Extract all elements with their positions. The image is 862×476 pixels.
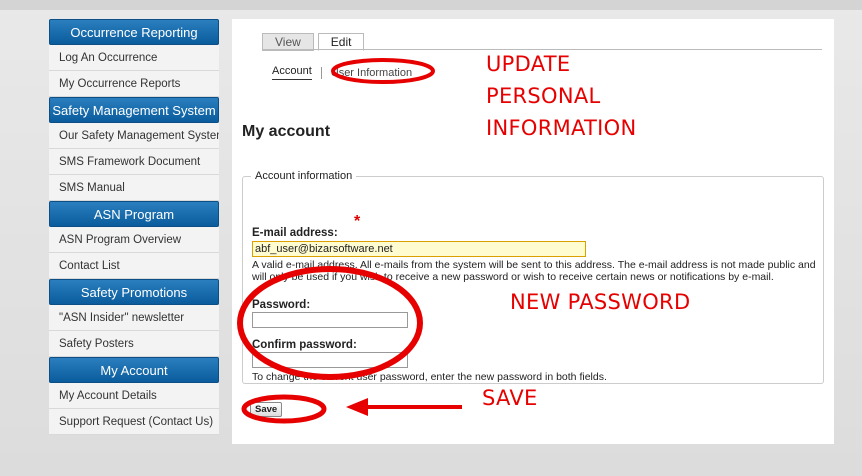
email-description: A valid e-mail address. All e-mails from… — [252, 259, 816, 283]
sidebar-item-asn-insider[interactable]: "ASN Insider" newsletter — [49, 305, 219, 331]
sidebar-item-my-account-details[interactable]: My Account Details — [49, 383, 219, 409]
top-band — [0, 0, 862, 10]
sidebar-item-sms-manual[interactable]: SMS Manual — [49, 175, 219, 201]
sidebar-header-my-account: My Account — [49, 357, 219, 383]
sidebar-header-occurrence-reporting: Occurrence Reporting — [49, 19, 219, 45]
annotation-save: SAVE — [482, 386, 538, 410]
account-information-fieldset: Account information E-mail address: * ab… — [242, 170, 824, 384]
sidebar: Occurrence Reporting Log An Occurrence M… — [49, 19, 219, 435]
tab-divider — [262, 49, 822, 50]
sidebar-item-support-request[interactable]: Support Request (Contact Us) — [49, 409, 219, 435]
fieldset-legend: Account information — [251, 170, 357, 182]
annotation-update: UPDATE — [486, 52, 571, 76]
email-label: E-mail address: — [252, 227, 338, 239]
email-field[interactable]: abf_user@bizarsoftware.net — [252, 241, 586, 257]
annotation-information: INFORMATION — [486, 116, 637, 140]
annotation-new-password: NEW PASSWORD — [510, 290, 691, 314]
password-field[interactable] — [252, 312, 408, 328]
sidebar-item-my-occurrence-reports[interactable]: My Occurrence Reports — [49, 71, 219, 97]
password-description: To change the current user password, ent… — [252, 371, 607, 383]
sidebar-item-asn-overview[interactable]: ASN Program Overview — [49, 227, 219, 253]
annotation-personal: PERSONAL — [486, 84, 601, 108]
sidebar-item-our-sms[interactable]: Our Safety Management System — [49, 123, 219, 149]
subtab-user-information[interactable]: User Information — [331, 67, 412, 79]
main-content: View Edit Account User Information My ac… — [232, 19, 834, 444]
save-button[interactable]: Save — [250, 402, 283, 417]
sidebar-item-sms-framework[interactable]: SMS Framework Document — [49, 149, 219, 175]
sidebar-header-sms: Safety Management System — [49, 97, 219, 123]
confirm-password-label: Confirm password: — [252, 339, 357, 351]
sidebar-item-safety-posters[interactable]: Safety Posters — [49, 331, 219, 357]
page-title: My account — [242, 123, 331, 140]
sidebar-header-asn-program: ASN Program — [49, 201, 219, 227]
sidebar-item-contact-list[interactable]: Contact List — [49, 253, 219, 279]
password-label: Password: — [252, 299, 311, 311]
secondary-tabs: Account User Information — [272, 65, 412, 80]
sidebar-header-safety-promotions: Safety Promotions — [49, 279, 219, 305]
required-marker: * — [354, 213, 361, 230]
sidebar-item-log-occurrence[interactable]: Log An Occurrence — [49, 45, 219, 71]
confirm-password-field[interactable] — [252, 352, 408, 368]
subtab-separator — [320, 66, 322, 79]
subtab-account[interactable]: Account — [272, 65, 312, 80]
